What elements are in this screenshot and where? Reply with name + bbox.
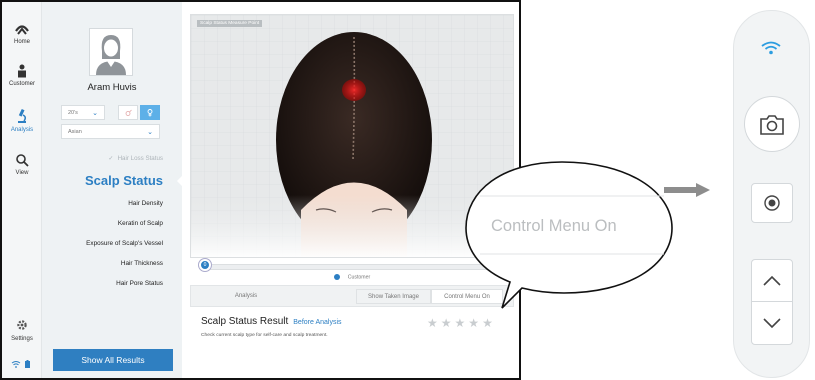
menu-subitem-thickness[interactable]: Hair Thickness bbox=[42, 260, 163, 267]
callout-zoomed-button: Control Menu On bbox=[491, 217, 617, 235]
nav-item-settings[interactable]: Settings bbox=[2, 319, 42, 342]
nav-label-settings: Settings bbox=[11, 336, 33, 342]
gender-female-toggle[interactable] bbox=[140, 105, 160, 120]
customer-name: Aram Huvis bbox=[87, 82, 137, 93]
microscope-icon bbox=[18, 108, 27, 123]
record-icon bbox=[764, 195, 780, 211]
gear-icon bbox=[17, 320, 27, 330]
male-icon bbox=[125, 109, 132, 116]
show-taken-image-button[interactable]: Show Taken Image bbox=[356, 289, 431, 304]
slider-track[interactable] bbox=[201, 264, 500, 270]
view-icon bbox=[16, 154, 29, 167]
gender-male-toggle[interactable] bbox=[118, 105, 138, 120]
user-avatar-icon bbox=[96, 35, 126, 75]
slider-handle[interactable]: 0 bbox=[199, 259, 211, 271]
legend-label: Customer bbox=[347, 274, 371, 281]
menu-subitem-keratin[interactable]: Keratin of Scalp bbox=[42, 220, 163, 227]
legend-dot bbox=[333, 274, 340, 280]
show-all-results-button[interactable]: Show All Results bbox=[53, 349, 173, 371]
age-select-value: 20's bbox=[68, 110, 78, 116]
customer-icon bbox=[18, 64, 26, 78]
menu-subitem-hair-density[interactable]: Hair Density bbox=[42, 200, 163, 207]
arrow-right-icon bbox=[664, 183, 710, 197]
chevron-down-icon: ⌄ bbox=[92, 110, 98, 117]
measure-point-marker bbox=[342, 79, 366, 101]
customer-panel: Aram Huvis 20's ⌄ Asian ⌄ ✓ Hair Loss Sta… bbox=[42, 2, 182, 378]
chevron-down-icon bbox=[763, 318, 781, 329]
star-rating: ★★★★★ bbox=[427, 316, 496, 330]
control-menu-bar bbox=[733, 10, 810, 378]
nav-item-home[interactable]: Home bbox=[2, 24, 42, 45]
star-icon: ★ bbox=[454, 316, 469, 330]
nav-label-customer: Customer bbox=[8, 81, 35, 87]
menu-subitem-vessel[interactable]: Exposure of Scalp's Vessel bbox=[42, 240, 163, 247]
avatar bbox=[89, 28, 133, 76]
left-nav: Home Customer Analysis View Settings bbox=[2, 2, 42, 378]
home-icon bbox=[15, 25, 29, 35]
nav-item-customer[interactable]: Customer bbox=[2, 64, 42, 87]
zoom-stepper bbox=[751, 259, 793, 345]
menu-item-hair-loss-status[interactable]: ✓ Hair Loss Status bbox=[42, 155, 163, 162]
before-analysis-link[interactable]: Before Analysis bbox=[293, 319, 341, 326]
nav-label-home: Home bbox=[13, 39, 30, 45]
ethnicity-select[interactable]: Asian ⌄ bbox=[61, 124, 160, 139]
age-select[interactable]: 20's ⌄ bbox=[61, 105, 105, 120]
slider-value: 0 bbox=[203, 262, 207, 268]
result-description: Check current scalp type for self-care a… bbox=[201, 333, 328, 338]
star-icon: ★ bbox=[440, 316, 455, 330]
ethnicity-select-value: Asian bbox=[68, 129, 82, 135]
female-icon bbox=[147, 109, 153, 117]
chevron-down-icon: ⌄ bbox=[147, 129, 153, 136]
star-icon: ★ bbox=[427, 316, 441, 330]
nav-item-view[interactable]: View bbox=[2, 153, 42, 176]
status-wifi-battery-icon bbox=[11, 360, 30, 368]
photo-tag: Scalp Status Measure Point bbox=[197, 20, 263, 27]
app-window: Home Customer Analysis View Settings Ara… bbox=[0, 0, 521, 380]
zoom-down-button[interactable] bbox=[752, 303, 792, 344]
menu-subitem-pore[interactable]: Hair Pore Status bbox=[42, 280, 163, 287]
result-title: Scalp Status Result Before Analysis bbox=[201, 316, 342, 327]
status-icons bbox=[2, 360, 42, 369]
star-icon: ★ bbox=[468, 316, 483, 330]
nav-item-analysis[interactable]: Analysis bbox=[2, 108, 42, 133]
analysis-tab[interactable]: Analysis bbox=[201, 289, 291, 304]
menu-item-scalp-status[interactable]: Scalp Status bbox=[42, 173, 163, 188]
wifi-icon bbox=[761, 41, 781, 55]
nav-label-analysis: Analysis bbox=[10, 127, 34, 133]
zoom-up-button[interactable] bbox=[752, 260, 792, 302]
chevron-up-icon bbox=[763, 275, 781, 286]
record-button[interactable] bbox=[751, 183, 793, 223]
result-title-text: Scalp Status Result bbox=[201, 316, 289, 327]
menu-item-label: Hair Loss Status bbox=[117, 155, 163, 162]
nav-label-view: View bbox=[15, 170, 29, 176]
camera-icon bbox=[760, 115, 784, 135]
star-icon: ★ bbox=[482, 316, 496, 330]
camera-capture-button[interactable] bbox=[744, 96, 800, 152]
check-icon: ✓ bbox=[108, 155, 114, 162]
